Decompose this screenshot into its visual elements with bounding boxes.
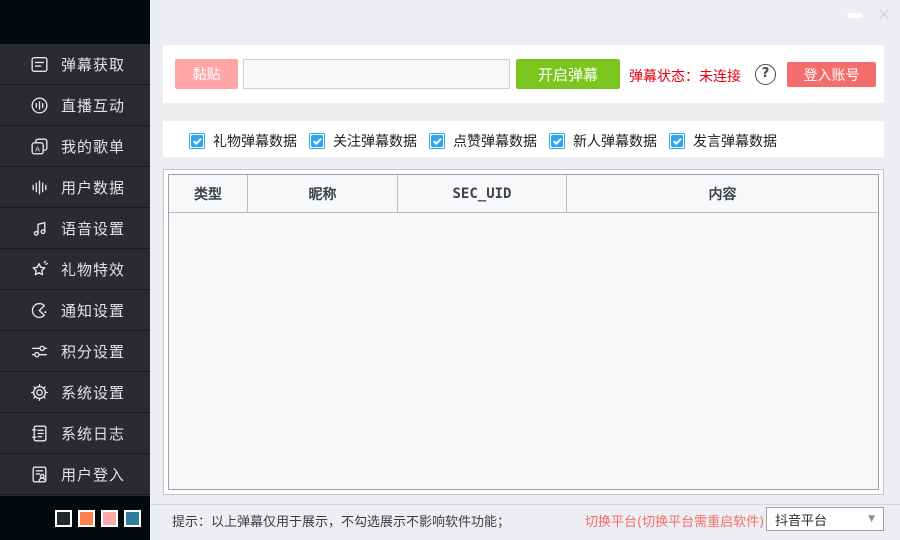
danmaku-status-text: 弹幕状态：未连接 — [629, 66, 741, 86]
checkbox-checked-icon[interactable] — [189, 133, 205, 149]
danmaku-table: 类型 昵称 SEC_UID 内容 — [163, 169, 884, 495]
svg-text:A: A — [35, 145, 40, 153]
filter-gift-danmaku[interactable]: 礼物弹幕数据 — [189, 131, 297, 151]
user-data-icon — [29, 177, 50, 198]
sidebar-item-label: 弹幕获取 — [61, 54, 125, 75]
theme-swatch-pink[interactable] — [101, 510, 118, 527]
chevron-down-icon: ▼ — [868, 514, 875, 524]
sidebar-item-notification-settings[interactable]: 通知设置 — [0, 290, 150, 331]
theme-swatch-dark[interactable] — [55, 510, 72, 527]
sidebar-item-label: 礼物特效 — [61, 259, 125, 280]
danmaku-list-icon — [29, 54, 50, 75]
platform-dropdown-value: 抖音平台 — [775, 510, 868, 529]
sidebar-item-danmaku-capture[interactable]: 弹幕获取 — [0, 44, 150, 85]
filter-label: 关注弹幕数据 — [333, 131, 417, 151]
sidebar-item-label: 通知设置 — [61, 300, 125, 321]
gift-effects-icon — [29, 259, 50, 280]
table-body-empty — [169, 213, 878, 489]
sidebar-item-system-log[interactable]: 系统日志 — [0, 413, 150, 454]
filter-newcomer-danmaku[interactable]: 新人弹幕数据 — [549, 131, 657, 151]
minimize-button[interactable] — [847, 13, 863, 18]
sidebar-item-points-settings[interactable]: 积分设置 — [0, 331, 150, 372]
notification-settings-icon — [29, 300, 50, 321]
column-header-type: 类型 — [169, 175, 248, 212]
room-url-input[interactable] — [243, 59, 510, 89]
sidebar-header — [0, 0, 150, 44]
close-button[interactable]: ✕ — [874, 4, 894, 26]
sidebar-item-live-interaction[interactable]: 直播互动 — [0, 85, 150, 126]
checkbox-checked-icon[interactable] — [309, 133, 325, 149]
danmaku-table-inner: 类型 昵称 SEC_UID 内容 — [168, 174, 879, 490]
filter-label: 礼物弹幕数据 — [213, 131, 297, 151]
checkbox-checked-icon[interactable] — [669, 133, 685, 149]
sidebar-item-label: 我的歌单 — [61, 136, 125, 157]
filters-panel: 礼物弹幕数据 关注弹幕数据 点赞弹幕数据 新人弹幕数据 发言弹幕数据 — [163, 121, 884, 157]
filter-label: 点赞弹幕数据 — [453, 131, 537, 151]
theme-swatch-bar — [0, 496, 150, 540]
filter-chat-danmaku[interactable]: 发言弹幕数据 — [669, 131, 777, 151]
sidebar-item-label: 系统设置 — [61, 382, 125, 403]
sidebar-item-label: 语音设置 — [61, 218, 125, 239]
help-icon[interactable]: ? — [755, 64, 776, 85]
statusbar-divider — [150, 504, 900, 505]
sidebar-item-label: 积分设置 — [61, 341, 125, 362]
sidebar-menu: 弹幕获取 直播互动 A 我的歌单 用户数据 — [0, 44, 150, 495]
sidebar: 弹幕获取 直播互动 A 我的歌单 用户数据 — [0, 0, 150, 540]
platform-dropdown[interactable]: 抖音平台 ▼ — [766, 507, 884, 531]
login-account-button[interactable]: 登入账号 — [787, 62, 876, 87]
theme-swatch-orange[interactable] — [78, 510, 95, 527]
toolbar-panel: 黏贴 开启弹幕 弹幕状态：未连接 ? 登入账号 — [163, 45, 884, 103]
switch-platform-text: 切换平台(切换平台需重启软件) — [585, 511, 764, 530]
sidebar-item-label: 系统日志 — [61, 423, 125, 444]
app-window: ✕ 弹幕获取 直播互动 A 我的歌单 — [0, 0, 900, 540]
sidebar-item-label: 用户数据 — [61, 177, 125, 198]
column-header-nickname: 昵称 — [248, 175, 398, 212]
sidebar-item-system-settings[interactable]: 系统设置 — [0, 372, 150, 413]
playlist-icon: A — [29, 136, 50, 157]
voice-settings-icon — [29, 218, 50, 239]
sidebar-item-label: 用户登入 — [61, 464, 125, 485]
filter-label: 发言弹幕数据 — [693, 131, 777, 151]
tip-text: 提示：以上弹幕仅用于展示，不勾选展示不影响软件功能； — [172, 511, 510, 530]
sidebar-item-label: 直播互动 — [61, 95, 125, 116]
column-header-content: 内容 — [567, 175, 878, 212]
system-log-icon — [29, 423, 50, 444]
sidebar-item-gift-effects[interactable]: 礼物特效 — [0, 249, 150, 290]
sidebar-item-voice-settings[interactable]: 语音设置 — [0, 208, 150, 249]
filter-like-danmaku[interactable]: 点赞弹幕数据 — [429, 131, 537, 151]
sidebar-item-user-data[interactable]: 用户数据 — [0, 167, 150, 208]
checkbox-checked-icon[interactable] — [549, 133, 565, 149]
theme-swatch-teal[interactable] — [124, 510, 141, 527]
system-settings-icon — [29, 382, 50, 403]
points-settings-icon — [29, 341, 50, 362]
paste-button[interactable]: 黏贴 — [175, 59, 238, 89]
live-interaction-icon — [29, 95, 50, 116]
start-danmaku-button[interactable]: 开启弹幕 — [516, 59, 620, 89]
column-header-sec-uid: SEC_UID — [398, 175, 567, 212]
sidebar-item-my-playlist[interactable]: A 我的歌单 — [0, 126, 150, 167]
user-login-icon — [29, 464, 50, 485]
sidebar-item-user-login[interactable]: 用户登入 — [0, 454, 150, 495]
checkbox-checked-icon[interactable] — [429, 133, 445, 149]
filter-follow-danmaku[interactable]: 关注弹幕数据 — [309, 131, 417, 151]
table-header-row: 类型 昵称 SEC_UID 内容 — [169, 175, 878, 213]
filter-label: 新人弹幕数据 — [573, 131, 657, 151]
